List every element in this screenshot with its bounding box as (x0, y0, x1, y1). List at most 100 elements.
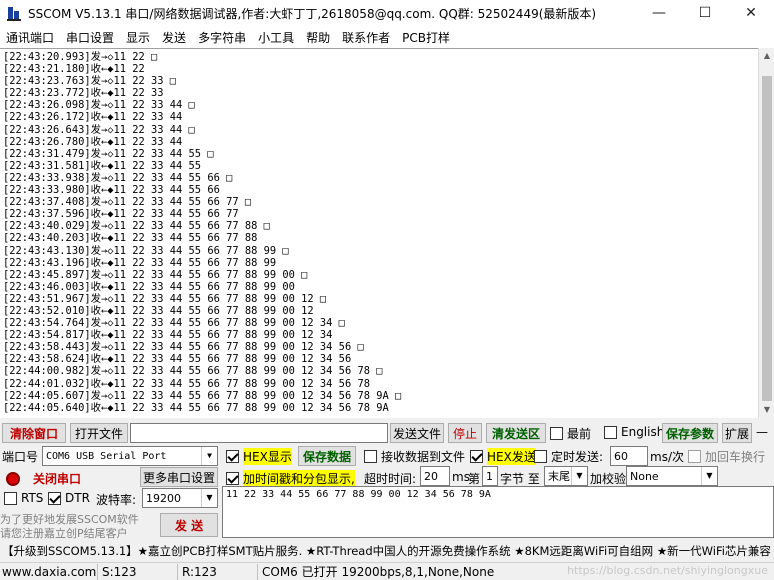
expand-button[interactable]: 扩展 (722, 423, 752, 443)
status-received-count: R:123 (180, 564, 258, 580)
menu-display[interactable]: 显示 (120, 29, 156, 46)
log-line: [22:43:21.180]收←◆11 22 (3, 63, 145, 76)
log-line: [22:43:43.196]收←◆11 22 33 44 55 66 77 88… (3, 256, 277, 269)
menu-contact[interactable]: 联系作者 (336, 29, 396, 46)
log-line: [22:43:26.643]发→◇11 22 33 44 □ (3, 123, 195, 136)
log-line: [22:43:31.581]收←◆11 22 33 44 55 (3, 159, 202, 172)
status-site[interactable]: www.daxia.com (0, 564, 98, 580)
log-line: [22:44:00.982]发→◇11 22 33 44 55 66 77 88… (3, 365, 383, 378)
log-line: [22:43:58.624]收←◆11 22 33 44 55 66 77 88… (3, 353, 352, 366)
close-button[interactable]: ✕ (728, 0, 774, 26)
menu-multi-string[interactable]: 多字符串 (192, 29, 252, 46)
log-line: [22:43:26.780]收←◆11 22 33 44 (3, 135, 183, 148)
save-data-button[interactable]: 保存数据 (298, 446, 356, 466)
timestamp-checkbox[interactable]: 加时间戳和分包显示, (226, 470, 355, 487)
clear-window-button[interactable]: 清除窗口 (2, 423, 66, 443)
menu-serial-settings[interactable]: 串口设置 (60, 29, 120, 46)
nth-label: 第 (468, 472, 481, 486)
log-line: [22:43:20.993]发→◇11 22 □ (3, 51, 158, 63)
minimize-button[interactable]: — (636, 0, 682, 26)
chevron-down-icon: ▼ (701, 467, 717, 485)
window-title: SSCOM V5.13.1 串口/网络数据调试器,作者:大虾丁丁,2618058… (28, 6, 597, 21)
scroll-up-icon[interactable]: ▲ (759, 48, 774, 64)
maximize-button[interactable]: ☐ (682, 0, 728, 26)
scroll-down-icon[interactable]: ▼ (759, 402, 774, 418)
baud-label: 波特率: (96, 493, 137, 507)
scroll-thumb[interactable] (762, 76, 772, 401)
close-port-button[interactable]: 关闭串口 (26, 468, 88, 488)
log-line: [22:43:58.443]发→◇11 22 33 44 55 66 77 88… (3, 341, 364, 354)
log-line: [22:43:23.763]发→◇11 22 33 □ (3, 75, 177, 88)
status-port-state: COM6 已打开 19200bps,8,1,None,None (262, 565, 495, 579)
port-status-led-icon (6, 472, 20, 486)
watermark-text: https://blog.csdn.net/shiyinglongxue (567, 564, 768, 577)
end-select[interactable]: 末尾 ▼ (544, 466, 588, 486)
log-line: [22:43:51.967]发→◇11 22 33 44 55 66 77 88… (3, 292, 327, 305)
send-button[interactable]: 发 送 (160, 513, 218, 537)
baud-select[interactable]: 19200 ▼ (142, 488, 218, 508)
hex-send-checkbox[interactable]: HEX发送 (470, 448, 536, 465)
timed-send-checkbox[interactable]: 定时发送: (534, 448, 603, 465)
checksum-select[interactable]: None ▼ (626, 466, 718, 486)
save-params-button[interactable]: 保存参数 (662, 423, 718, 443)
dtr-checkbox[interactable]: DTR (48, 491, 90, 505)
log-line: [22:43:23.772]收←◆11 22 33 (3, 87, 164, 100)
log-line: [22:43:33.980]收←◆11 22 33 44 55 66 (3, 184, 220, 197)
rts-checkbox[interactable]: RTS (4, 491, 43, 505)
hex-display-checkbox[interactable]: HEX显示 (226, 448, 292, 465)
log-line: [22:44:01.032]收←◆11 22 33 44 55 66 77 88… (3, 377, 370, 390)
port-select[interactable]: COM6 USB Serial Port ▼ (42, 446, 218, 466)
status-sent-count: S:123 (100, 564, 178, 580)
log-line: [22:43:45.897]发→◇11 22 33 44 55 66 77 88… (3, 268, 308, 281)
status-bar: www.daxia.com S:123 R:123 COM6 已打开 19200… (0, 562, 774, 580)
log-line: [22:43:26.172]收←◆11 22 33 44 (3, 111, 183, 124)
clear-send-button[interactable]: 清发送区 (486, 423, 546, 443)
menu-send[interactable]: 发送 (156, 29, 192, 46)
log-line: [22:43:37.408]发→◇11 22 33 44 55 66 77 □ (3, 196, 252, 209)
log-line: [22:43:40.203]收←◆11 22 33 44 55 66 77 88 (3, 232, 258, 245)
port-label: 端口号 (2, 450, 39, 464)
log-line: [22:43:52.010]收←◆11 22 33 44 55 66 77 88… (3, 304, 314, 317)
open-file-button[interactable]: 打开文件 (70, 423, 128, 443)
menu-help[interactable]: 帮助 (300, 29, 336, 46)
menu-comm-port[interactable]: 通讯端口 (0, 29, 60, 46)
chevron-down-icon: ▼ (201, 447, 217, 465)
log-line: [22:43:46.003]收←◆11 22 33 44 55 66 77 88… (3, 280, 295, 293)
topmost-checkbox[interactable]: 最前 (550, 425, 591, 442)
menu-bar: 通讯端口 串口设置 显示 发送 多字符串 小工具 帮助 联系作者 PCB打样 (0, 26, 774, 48)
menu-pcb[interactable]: PCB打样 (396, 29, 456, 46)
title-bar: SSCOM V5.13.1 串口/网络数据调试器,作者:大虾丁丁,2618058… (0, 0, 774, 26)
interval-unit: ms/次 (650, 450, 684, 464)
log-line: [22:43:31.479]发→◇11 22 33 44 55 □ (3, 147, 214, 160)
interval-input[interactable]: 60 (610, 446, 648, 466)
send-file-button[interactable]: 发送文件 (390, 423, 444, 443)
english-checkbox[interactable]: English (604, 425, 664, 439)
nth-byte-input[interactable]: 1 (482, 466, 498, 486)
promo-line-2: 请您注册嘉立创P结尾客户 (0, 527, 128, 540)
log-line: [22:43:26.098]发→◇11 22 33 44 □ (3, 99, 195, 112)
chevron-down-icon: ▼ (201, 489, 217, 507)
receive-log[interactable]: [22:43:20.993]发→◇11 22 □ [22:43:21.180]收←… (0, 48, 758, 418)
log-line: [22:43:54.764]发→◇11 22 33 44 55 66 77 88… (3, 317, 345, 330)
timeout-label: 超时时间: (364, 472, 417, 486)
collapse-dash[interactable]: — (756, 425, 768, 439)
send-text-area[interactable]: 11 22 33 44 55 66 77 88 99 00 12 34 56 7… (222, 486, 774, 538)
app-logo-icon (6, 5, 22, 21)
log-line: [22:43:43.130]发→◇11 22 33 44 55 66 77 88… (3, 244, 289, 257)
stop-button[interactable]: 停止 (448, 423, 482, 443)
file-path-input[interactable] (130, 423, 388, 443)
log-line: [22:43:40.029]发→◇11 22 33 44 55 66 77 88… (3, 220, 270, 233)
log-line: [22:43:33.938]发→◇11 22 33 44 55 66 □ (3, 171, 233, 184)
recv-to-file-checkbox[interactable]: 接收数据到文件 (364, 448, 465, 465)
byte-to-label: 字节 至 (500, 472, 540, 486)
menu-tools[interactable]: 小工具 (252, 29, 300, 46)
more-settings-button[interactable]: 更多串口设置 (140, 467, 218, 487)
add-crlf-checkbox[interactable]: 加回车换行 (688, 448, 765, 465)
promo-ticker[interactable]: 【升级到SSCOM5.13.1】★嘉立创PCB打样SMT贴片服务. ★RT-Th… (0, 541, 774, 561)
log-vertical-scrollbar[interactable]: ▲ ▼ (758, 48, 774, 418)
chevron-down-icon: ▼ (571, 467, 587, 485)
timeout-input[interactable]: 20 (420, 466, 450, 486)
log-line: [22:44:05.607]发→◇11 22 33 44 55 66 77 88… (3, 389, 402, 402)
log-line: [22:43:37.596]收←◆11 22 33 44 55 66 77 (3, 208, 239, 221)
checksum-label: 加校验 (590, 472, 627, 486)
